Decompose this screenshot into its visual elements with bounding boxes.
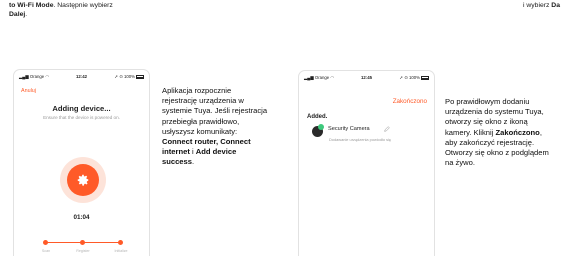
check-badge-icon xyxy=(318,124,324,130)
progress-center xyxy=(67,164,99,196)
battery-percent: 100% xyxy=(124,74,135,79)
cancel-button[interactable]: Anuluj xyxy=(21,88,36,94)
device-status: Dodawanie urządzenia powiodło się xyxy=(329,137,392,142)
intro-text-bold: Da xyxy=(551,2,560,9)
description-step-done: Po prawidłowym dodaniu urządzenia do sys… xyxy=(445,97,553,168)
progress-steps: Scan Register Initialize xyxy=(14,240,149,256)
device-name: Security Camera xyxy=(328,126,370,132)
desc-text: . xyxy=(191,157,195,167)
elapsed-timer: 01:04 xyxy=(73,214,90,221)
location-icon: ➚ xyxy=(399,75,403,80)
intro-text-right: i wybierz Da xyxy=(424,1,564,10)
status-right: ➚ ⊙ 100% xyxy=(399,75,429,81)
phone-screen-device-added: ▂▄▆ Orange ◠ 12:45 ➚ ⊙ 100% Zakończono A… xyxy=(298,70,435,256)
intro-text-part: i wybierz xyxy=(522,2,550,9)
done-button[interactable]: Zakończono xyxy=(393,98,427,105)
status-bar: ▂▄▆ Orange ◠ 12:42 ➚ ⊙ 100% xyxy=(14,74,149,82)
desc-bold: Zakończono xyxy=(495,127,540,137)
step-dot-scan xyxy=(43,240,48,245)
next-label: Dalej xyxy=(9,11,26,18)
alarm-icon: ⊙ xyxy=(119,74,123,79)
step-label-scan: Scan xyxy=(41,249,51,253)
step-dot-initialize xyxy=(118,240,123,245)
phone-screen-adding-device: ▂▄▆ Orange ◠ 12:42 ➚ ⊙ 100% Anuluj Addin… xyxy=(13,69,150,256)
battery-icon xyxy=(136,75,144,79)
intro-text-part: . Następnie wybierz xyxy=(53,2,113,9)
adding-subtitle: Ensure that the device is powered on. xyxy=(43,115,120,120)
intro-text-left: to Wi-Fi Mode. Następnie wybierz Dalej. xyxy=(9,1,209,19)
gear-icon xyxy=(77,174,89,186)
intro-text-part: . xyxy=(25,11,28,18)
battery-percent: 100% xyxy=(409,75,420,80)
wifi-mode-label: to Wi-Fi Mode xyxy=(9,2,54,9)
alarm-icon: ⊙ xyxy=(404,75,408,80)
description-step-registration: Aplikacja rozpocznie rejestrację urządze… xyxy=(162,86,268,168)
device-list-item[interactable]: Security Camera Dodawanie urządzenia pow… xyxy=(312,124,432,144)
adding-title: Adding device... xyxy=(52,104,111,113)
battery-icon xyxy=(421,76,429,80)
step-label-register: Register xyxy=(76,249,90,253)
edit-icon[interactable] xyxy=(384,126,390,132)
location-icon: ➚ xyxy=(114,74,118,79)
status-right: ➚ ⊙ 100% xyxy=(114,74,144,80)
progress-ring xyxy=(60,157,106,203)
desc-text: Aplikacja rozpocznie rejestrację urządze… xyxy=(162,86,268,136)
step-label-initialize: Initialize xyxy=(114,249,128,253)
step-dot-register xyxy=(80,240,85,245)
status-bar: ▂▄▆ Orange ◠ 12:45 ➚ ⊙ 100% xyxy=(299,75,434,83)
added-heading: Added. xyxy=(307,114,328,120)
